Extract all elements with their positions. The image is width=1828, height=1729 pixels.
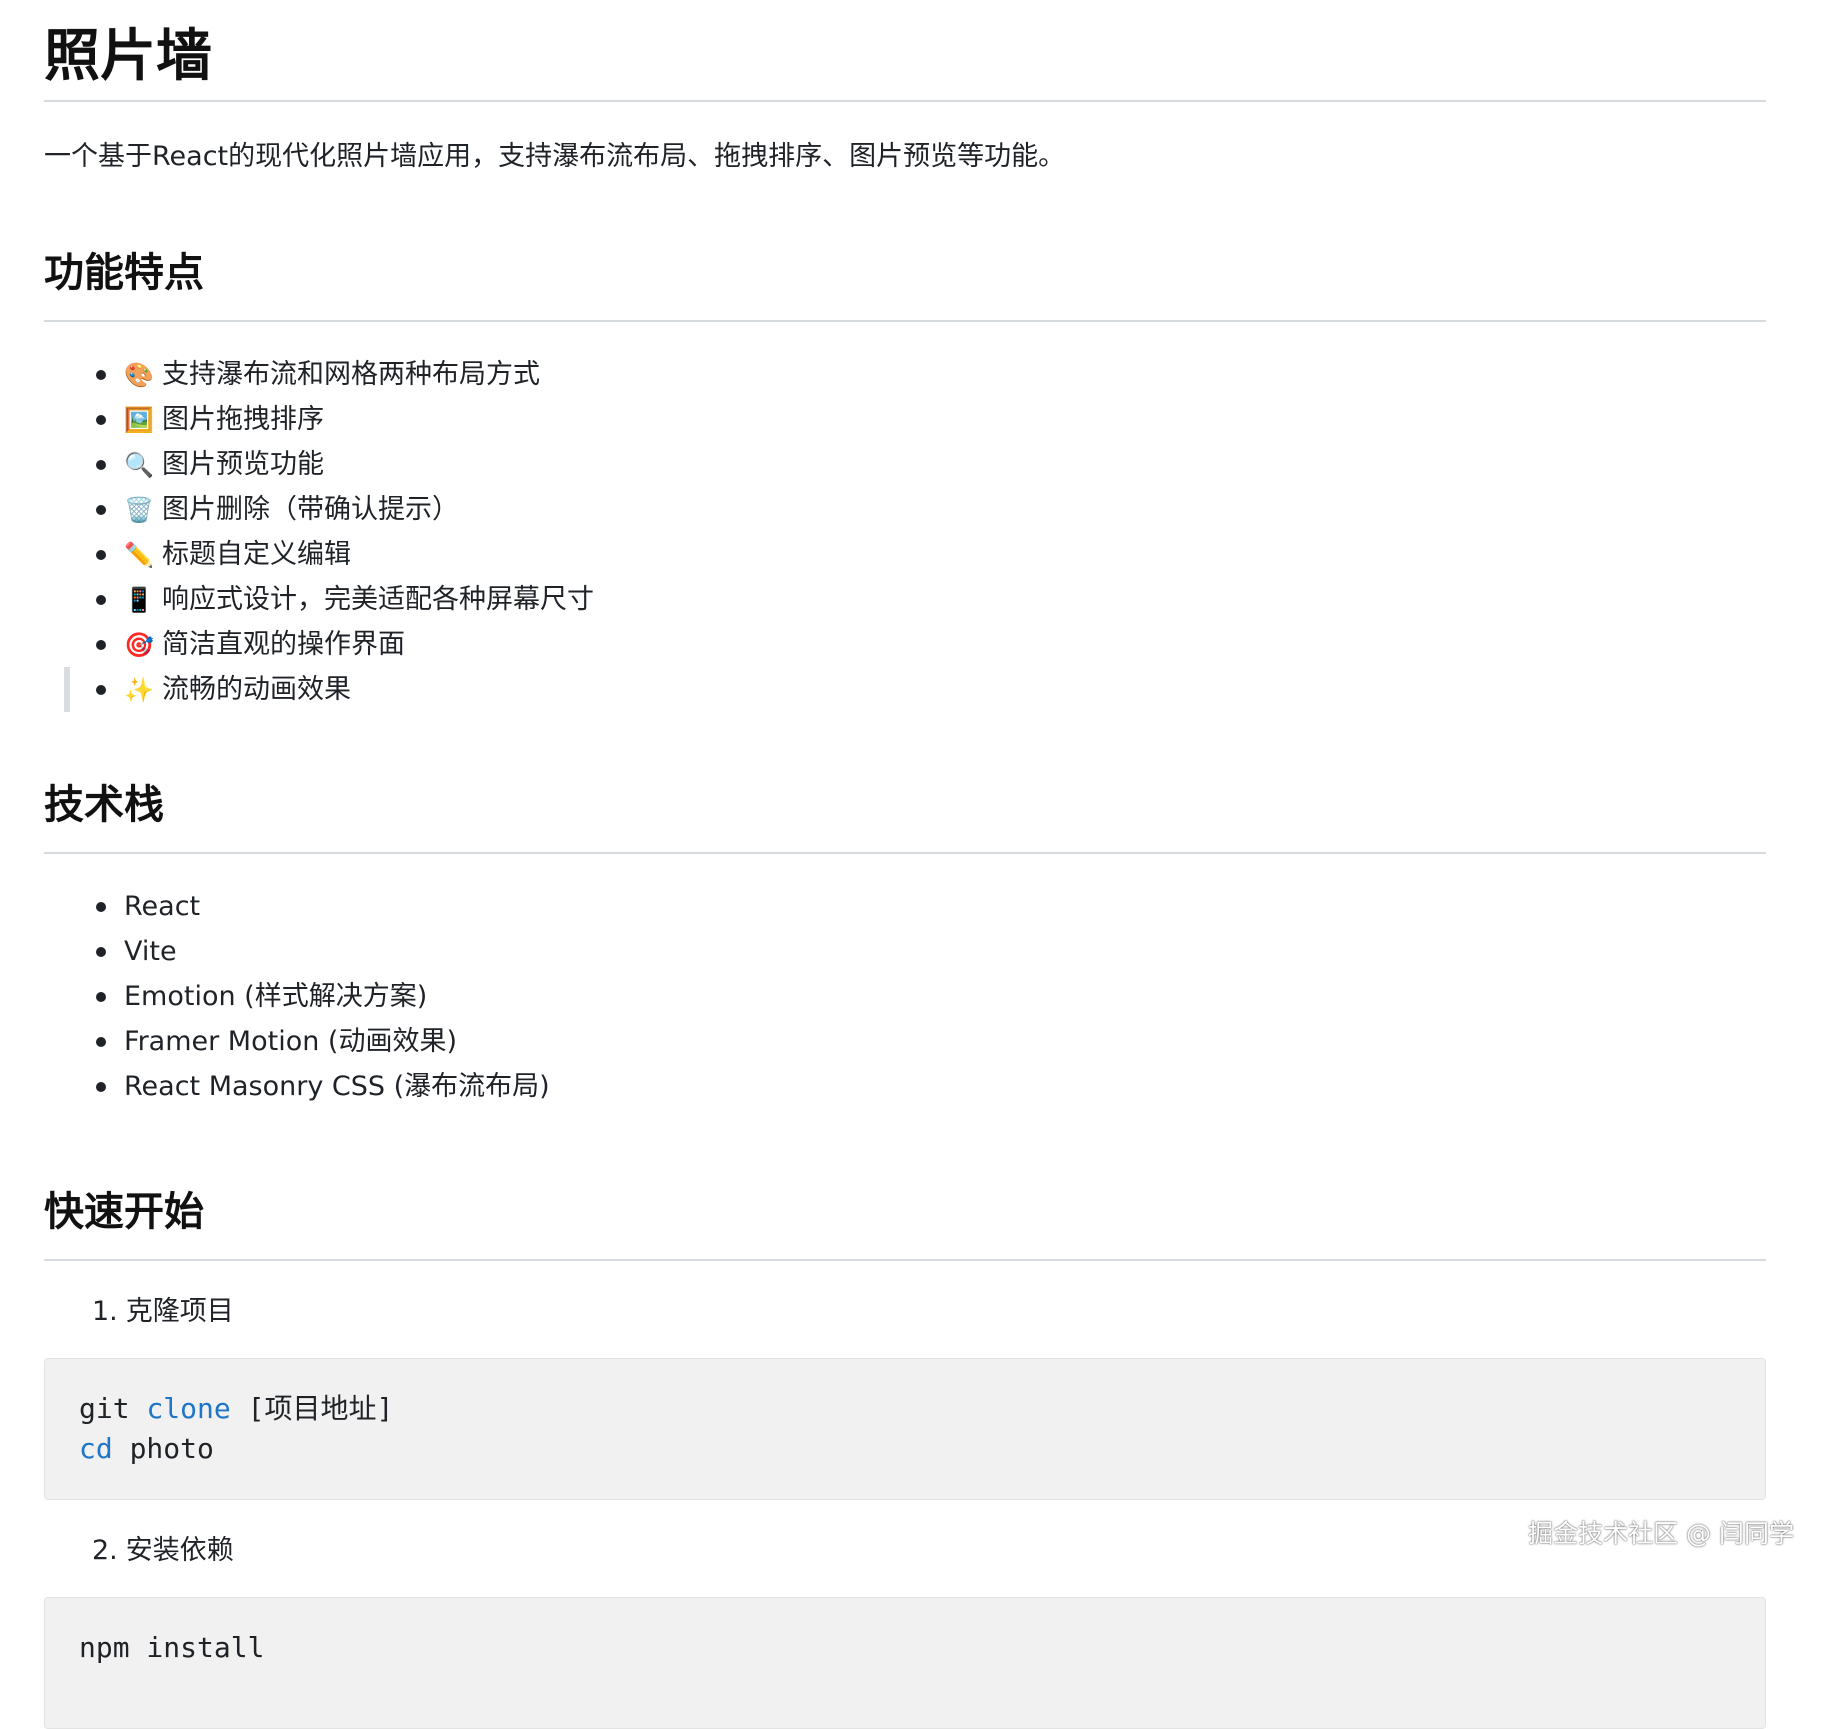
tech-text: React [124, 891, 201, 922]
list-item: 🗑️ 图片删除（带确认提示） [44, 487, 1766, 532]
list-item: 🎯 简洁直观的操作界面 [44, 622, 1766, 667]
sparkles-icon: ✨ [124, 676, 154, 704]
features-list: 🎨 支持瀑布流和网格两种布局方式 🖼️ 图片拖拽排序 🔍 图片预览功能 🗑️ 图片删除（… [44, 322, 1766, 732]
feature-text: 图片删除（带确认提示） [162, 494, 459, 525]
target-icon: 🎯 [124, 631, 154, 659]
feature-text: 简洁直观的操作界面 [162, 629, 405, 660]
watermark: 掘金技术社区 @ 闫同学 [1528, 1519, 1794, 1548]
tech-heading: 技术栈 [44, 732, 1766, 854]
tech-text: Framer Motion (动画效果) [124, 1026, 457, 1057]
list-item: 🖼️ 图片拖拽排序 [44, 397, 1766, 442]
tech-text: Vite [124, 936, 177, 967]
feature-text: 流畅的动画效果 [162, 674, 351, 705]
feature-text: 支持瀑布流和网格两种布局方式 [162, 359, 540, 390]
code-block: git clone [项目地址] cd photo [44, 1358, 1766, 1500]
step-label: 安装依赖 [125, 1535, 234, 1566]
features-heading: 功能特点 [44, 190, 1766, 322]
list-item: React [44, 884, 1766, 929]
tech-list: React Vite Emotion (样式解决方案) Framer Motio… [44, 854, 1766, 1129]
code-line: git clone [项目地址] [79, 1392, 394, 1425]
magnifier-icon: 🔍 [124, 451, 154, 479]
list-item: ✨ 流畅的动画效果 [44, 667, 1766, 712]
trash-icon: 🗑️ [124, 496, 154, 524]
mobile-phone-icon: 📱 [124, 586, 154, 614]
list-item: 🎨 支持瀑布流和网格两种布局方式 [44, 352, 1766, 397]
code-block: npm install [44, 1597, 1766, 1729]
feature-text: 图片预览功能 [162, 449, 324, 480]
feature-text: 响应式设计，完美适配各种屏幕尺寸 [162, 584, 594, 615]
list-item: Emotion (样式解决方案) [44, 974, 1766, 1019]
tech-text: Emotion (样式解决方案) [124, 981, 428, 1012]
framed-picture-icon: 🖼️ [124, 406, 154, 434]
list-item: React Masonry CSS (瀑布流布局) [44, 1064, 1766, 1109]
markdown-document: 照片墙 一个基于React的现代化照片墙应用，支持瀑布流布局、拖拽排序、图片预览… [44, 0, 1766, 1729]
code-line: cd photo [79, 1432, 214, 1465]
step-1: 1. 克隆项目 [92, 1296, 234, 1327]
feature-text: 标题自定义编辑 [162, 539, 351, 570]
list-item: 🔍 图片预览功能 [44, 442, 1766, 487]
page-title: 照片墙 [44, 0, 1766, 102]
feature-text: 图片拖拽排序 [162, 404, 324, 435]
code-line: npm install [79, 1631, 265, 1664]
intro-paragraph: 一个基于React的现代化照片墙应用，支持瀑布流布局、拖拽排序、图片预览等功能。 [44, 141, 1066, 172]
list-item: 📱 响应式设计，完美适配各种屏幕尺寸 [44, 577, 1766, 622]
quickstart-heading: 快速开始 [44, 1129, 1766, 1261]
list-item: Vite [44, 929, 1766, 974]
blockquote-bar [64, 667, 70, 712]
pencil-icon: ✏️ [124, 541, 154, 569]
step-2: 2. 安装依赖 [92, 1535, 234, 1566]
step-label: 克隆项目 [125, 1296, 234, 1327]
palette-icon: 🎨 [124, 361, 154, 389]
list-item: Framer Motion (动画效果) [44, 1019, 1766, 1064]
list-item: ✏️ 标题自定义编辑 [44, 532, 1766, 577]
tech-text: React Masonry CSS (瀑布流布局) [124, 1071, 550, 1102]
